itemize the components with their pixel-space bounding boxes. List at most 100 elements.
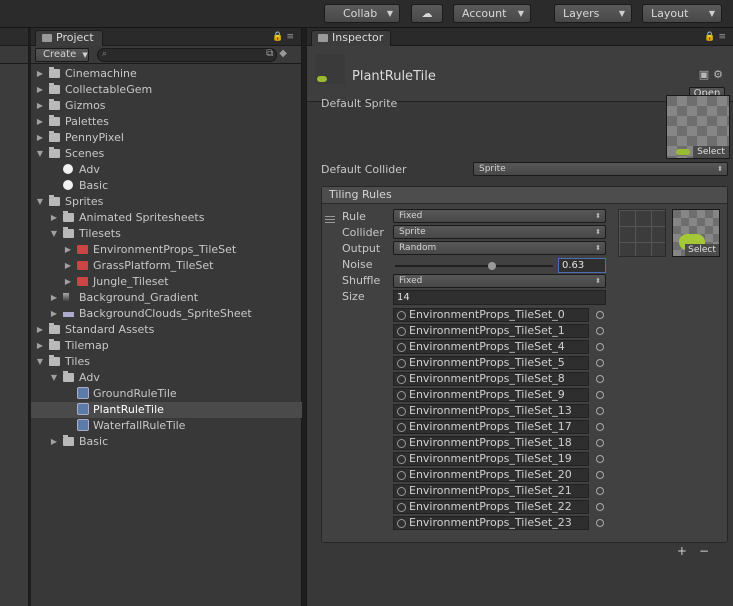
expand-arrow-closed-icon[interactable]: ▶ [63, 242, 73, 258]
sprite-object-field[interactable]: EnvironmentProps_TileSet_9 [393, 388, 589, 402]
expand-arrow-closed-icon[interactable]: ▶ [35, 338, 45, 354]
tree-item[interactable]: ▶ BackgroundClouds_SpriteSheet [31, 306, 302, 322]
sprite-object-field[interactable]: EnvironmentProps_TileSet_19 [393, 452, 589, 466]
add-rule-button[interactable]: + [677, 544, 699, 558]
expand-arrow-open-icon[interactable]: ▼ [35, 146, 45, 162]
sprite-object-field[interactable]: EnvironmentProps_TileSet_18 [393, 436, 589, 450]
expand-arrow-open-icon[interactable]: ▼ [49, 370, 59, 386]
tree-item[interactable]: ▶ Cinemachine [31, 66, 302, 82]
tree-item[interactable]: ▼ Tilesets [31, 226, 302, 242]
expand-arrow-open-icon[interactable]: ▼ [35, 194, 45, 210]
shuffle-dropdown[interactable]: Fixed ⬍ [393, 274, 606, 288]
object-picker-icon[interactable] [596, 487, 604, 495]
layout-dropdown[interactable]: Layout ▼ [642, 4, 722, 23]
sprite-object-field[interactable]: EnvironmentProps_TileSet_5 [393, 356, 589, 370]
size-input[interactable]: 14 [393, 290, 606, 305]
tree-item[interactable]: WaterfallRuleTile [31, 418, 302, 434]
sprite-object-field[interactable]: EnvironmentProps_TileSet_21 [393, 484, 589, 498]
expand-arrow-open-icon[interactable]: ▼ [35, 354, 45, 370]
object-picker-icon[interactable] [596, 407, 604, 415]
object-picker-icon[interactable] [596, 423, 604, 431]
object-picker-icon[interactable] [596, 519, 604, 527]
noise-slider-handle[interactable] [488, 262, 496, 270]
expand-arrow-closed-icon[interactable]: ▶ [35, 114, 45, 130]
expand-arrow-closed-icon[interactable]: ▶ [35, 66, 45, 82]
tree-item[interactable]: ▶ Background_Gradient [31, 290, 302, 306]
tree-item[interactable]: PlantRuleTile [31, 402, 302, 418]
lock-icon[interactable]: 🔒≡ [704, 32, 729, 42]
expand-arrow-closed-icon[interactable]: ▶ [35, 322, 45, 338]
default-sprite-field[interactable]: Select [666, 95, 730, 159]
tree-item[interactable]: ▶ Jungle_Tileset [31, 274, 302, 290]
object-picker-icon[interactable] [596, 503, 604, 511]
sprite-object-field[interactable]: EnvironmentProps_TileSet_17 [393, 420, 589, 434]
tree-item[interactable]: ▼ Scenes [31, 146, 302, 162]
tree-item[interactable]: ▼ Tiles [31, 354, 302, 370]
tree-item[interactable]: ▶ GrassPlatform_TileSet [31, 258, 302, 274]
expand-arrow-closed-icon[interactable]: ▶ [63, 274, 73, 290]
object-picker-icon[interactable] [596, 455, 604, 463]
tree-item[interactable]: ▼ Sprites [31, 194, 302, 210]
rule-sprite-field[interactable]: Select [672, 209, 720, 257]
sprite-object-field[interactable]: EnvironmentProps_TileSet_8 [393, 372, 589, 386]
object-picker-icon[interactable] [596, 311, 604, 319]
object-picker-icon[interactable] [596, 391, 604, 399]
rule-neighbor-grid[interactable] [618, 209, 666, 257]
collab-button[interactable]: Collab ▼ [324, 4, 400, 23]
object-picker-icon[interactable] [596, 327, 604, 335]
tree-item[interactable]: ▶ Tilemap [31, 338, 302, 354]
default-collider-dropdown[interactable]: Sprite ⬍ [473, 162, 728, 176]
object-picker-icon[interactable] [596, 471, 604, 479]
tree-item[interactable]: ▶ Standard Assets [31, 322, 302, 338]
sprite-object-field[interactable]: EnvironmentProps_TileSet_20 [393, 468, 589, 482]
tree-item[interactable]: ▶ CollectableGem [31, 82, 302, 98]
tab-project[interactable]: Project [35, 30, 103, 46]
tree-item[interactable]: GroundRuleTile [31, 386, 302, 402]
expand-arrow-closed-icon[interactable]: ▶ [49, 434, 59, 450]
expand-arrow-closed-icon[interactable]: ▶ [49, 290, 59, 306]
lock-icon[interactable]: 🔒≡ [272, 32, 297, 42]
filter-icon[interactable]: ⧉◆ [266, 48, 293, 59]
expand-arrow-closed-icon[interactable]: ▶ [35, 130, 45, 146]
search-input[interactable]: ⌕ [97, 48, 277, 62]
noise-slider-track[interactable] [395, 265, 553, 267]
settings-icon[interactable]: ▣⚙ [699, 68, 727, 81]
tree-item[interactable]: ▼ Adv [31, 370, 302, 386]
tree-item[interactable]: ▶ Palettes [31, 114, 302, 130]
select-button[interactable]: Select [685, 244, 719, 256]
object-picker-icon[interactable] [596, 375, 604, 383]
account-button[interactable]: Account ▼ [453, 4, 531, 23]
expand-arrow-closed-icon[interactable]: ▶ [35, 98, 45, 114]
expand-arrow-closed-icon[interactable]: ▶ [35, 82, 45, 98]
sprite-object-field[interactable]: EnvironmentProps_TileSet_1 [393, 324, 589, 338]
select-button[interactable]: Select [693, 146, 729, 158]
drag-handle-icon[interactable] [325, 216, 335, 225]
sprite-object-field[interactable]: EnvironmentProps_TileSet_22 [393, 500, 589, 514]
expand-arrow-closed-icon[interactable]: ▶ [63, 258, 73, 274]
tree-item[interactable]: Basic [31, 178, 302, 194]
sprite-object-field[interactable]: EnvironmentProps_TileSet_23 [393, 516, 589, 530]
tree-item[interactable]: Adv [31, 162, 302, 178]
layers-dropdown[interactable]: Layers ▼ [554, 4, 632, 23]
object-picker-icon[interactable] [596, 343, 604, 351]
tree-item[interactable]: ▶ Animated Spritesheets [31, 210, 302, 226]
rule-dropdown[interactable]: Fixed ⬍ [393, 209, 606, 223]
tree-item[interactable]: ▶ PennyPixel [31, 130, 302, 146]
noise-input[interactable]: 0.63 [558, 258, 606, 273]
tree-item[interactable]: ▶ Gizmos [31, 98, 302, 114]
sprite-object-field[interactable]: EnvironmentProps_TileSet_4 [393, 340, 589, 354]
tab-inspector[interactable]: Inspector [311, 30, 391, 46]
sprite-object-field[interactable]: EnvironmentProps_TileSet_0 [393, 308, 589, 322]
object-picker-icon[interactable] [596, 439, 604, 447]
collider-dropdown[interactable]: Sprite ⬍ [393, 225, 606, 239]
object-picker-icon[interactable] [596, 359, 604, 367]
expand-arrow-closed-icon[interactable]: ▶ [49, 306, 59, 322]
expand-arrow-closed-icon[interactable]: ▶ [49, 210, 59, 226]
remove-rule-button[interactable]: − [699, 544, 721, 558]
tree-item[interactable]: ▶ EnvironmentProps_TileSet [31, 242, 302, 258]
output-dropdown[interactable]: Random ⬍ [393, 241, 606, 255]
create-button[interactable]: Create ▼ [35, 48, 89, 62]
cloud-button[interactable]: ☁ [411, 4, 443, 23]
expand-arrow-open-icon[interactable]: ▼ [49, 226, 59, 242]
tree-item[interactable]: ▶ Basic [31, 434, 302, 450]
